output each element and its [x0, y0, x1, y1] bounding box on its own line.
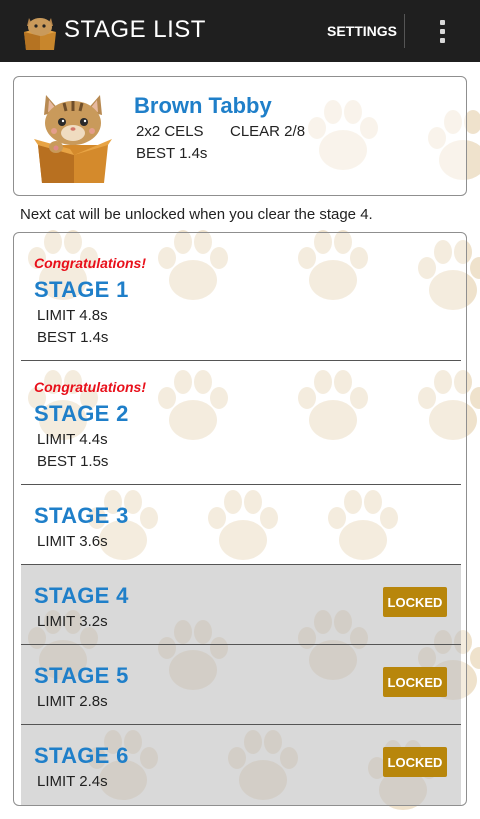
stage-limit: LIMIT 4.8s: [37, 307, 108, 324]
cat-in-box-icon: [24, 18, 56, 50]
overflow-menu-icon[interactable]: [424, 12, 460, 50]
stage-limit: LIMIT 4.4s: [37, 431, 108, 448]
appbar-divider: [404, 14, 405, 48]
stage-row-2[interactable]: Congratulations! STAGE 2 LIMIT 4.4s BEST…: [21, 361, 461, 485]
stage-limit: LIMIT 2.8s: [37, 693, 108, 710]
stage-title: STAGE 2: [34, 401, 129, 426]
cat-best-time: BEST 1.4s: [136, 145, 208, 162]
stage-title: STAGE 6: [34, 743, 129, 768]
locked-badge: LOCKED: [383, 587, 447, 617]
stage-row-6[interactable]: STAGE 6 LIMIT 2.4s LOCKED: [21, 725, 461, 805]
stage-limit: LIMIT 2.4s: [37, 773, 108, 790]
cat-clear-count: CLEAR 2/8: [230, 123, 306, 140]
cat-cels: 2x2 CELS: [136, 123, 204, 140]
stage-list: Congratulations! STAGE 1 LIMIT 4.8s BEST…: [13, 232, 467, 806]
cat-card[interactable]: Brown Tabby 2x2 CELS CLEAR 2/8 BEST 1.4s: [13, 76, 467, 196]
settings-button[interactable]: SETTINGS: [318, 12, 406, 50]
stage-best: BEST 1.4s: [37, 329, 109, 346]
cat-name: Brown Tabby: [134, 93, 272, 118]
stage-title: STAGE 1: [34, 277, 129, 302]
stage-best: BEST 1.5s: [37, 453, 109, 470]
stage-row-5[interactable]: STAGE 5 LIMIT 2.8s LOCKED: [21, 645, 461, 725]
stage-row-4[interactable]: STAGE 4 LIMIT 3.2s LOCKED: [21, 565, 461, 645]
locked-badge: LOCKED: [383, 747, 447, 777]
congrats-label: Congratulations!: [34, 379, 146, 395]
app-title: STAGE LIST: [64, 16, 206, 43]
congrats-label: Congratulations!: [34, 255, 146, 271]
stage-row-3[interactable]: STAGE 3 LIMIT 3.6s: [21, 485, 461, 565]
app-bar: STAGE LIST SETTINGS: [0, 0, 480, 62]
stage-title: STAGE 4: [34, 583, 129, 608]
stage-title: STAGE 3: [34, 503, 129, 528]
stage-limit: LIMIT 3.2s: [37, 613, 108, 630]
stage-title: STAGE 5: [34, 663, 129, 688]
stage-limit: LIMIT 3.6s: [37, 533, 108, 550]
locked-badge: LOCKED: [383, 667, 447, 697]
stage-row-1[interactable]: Congratulations! STAGE 1 LIMIT 4.8s BEST…: [21, 233, 461, 361]
unlock-note: Next cat will be unlocked when you clear…: [20, 206, 373, 223]
brown-tabby-cat-icon: [34, 95, 112, 183]
